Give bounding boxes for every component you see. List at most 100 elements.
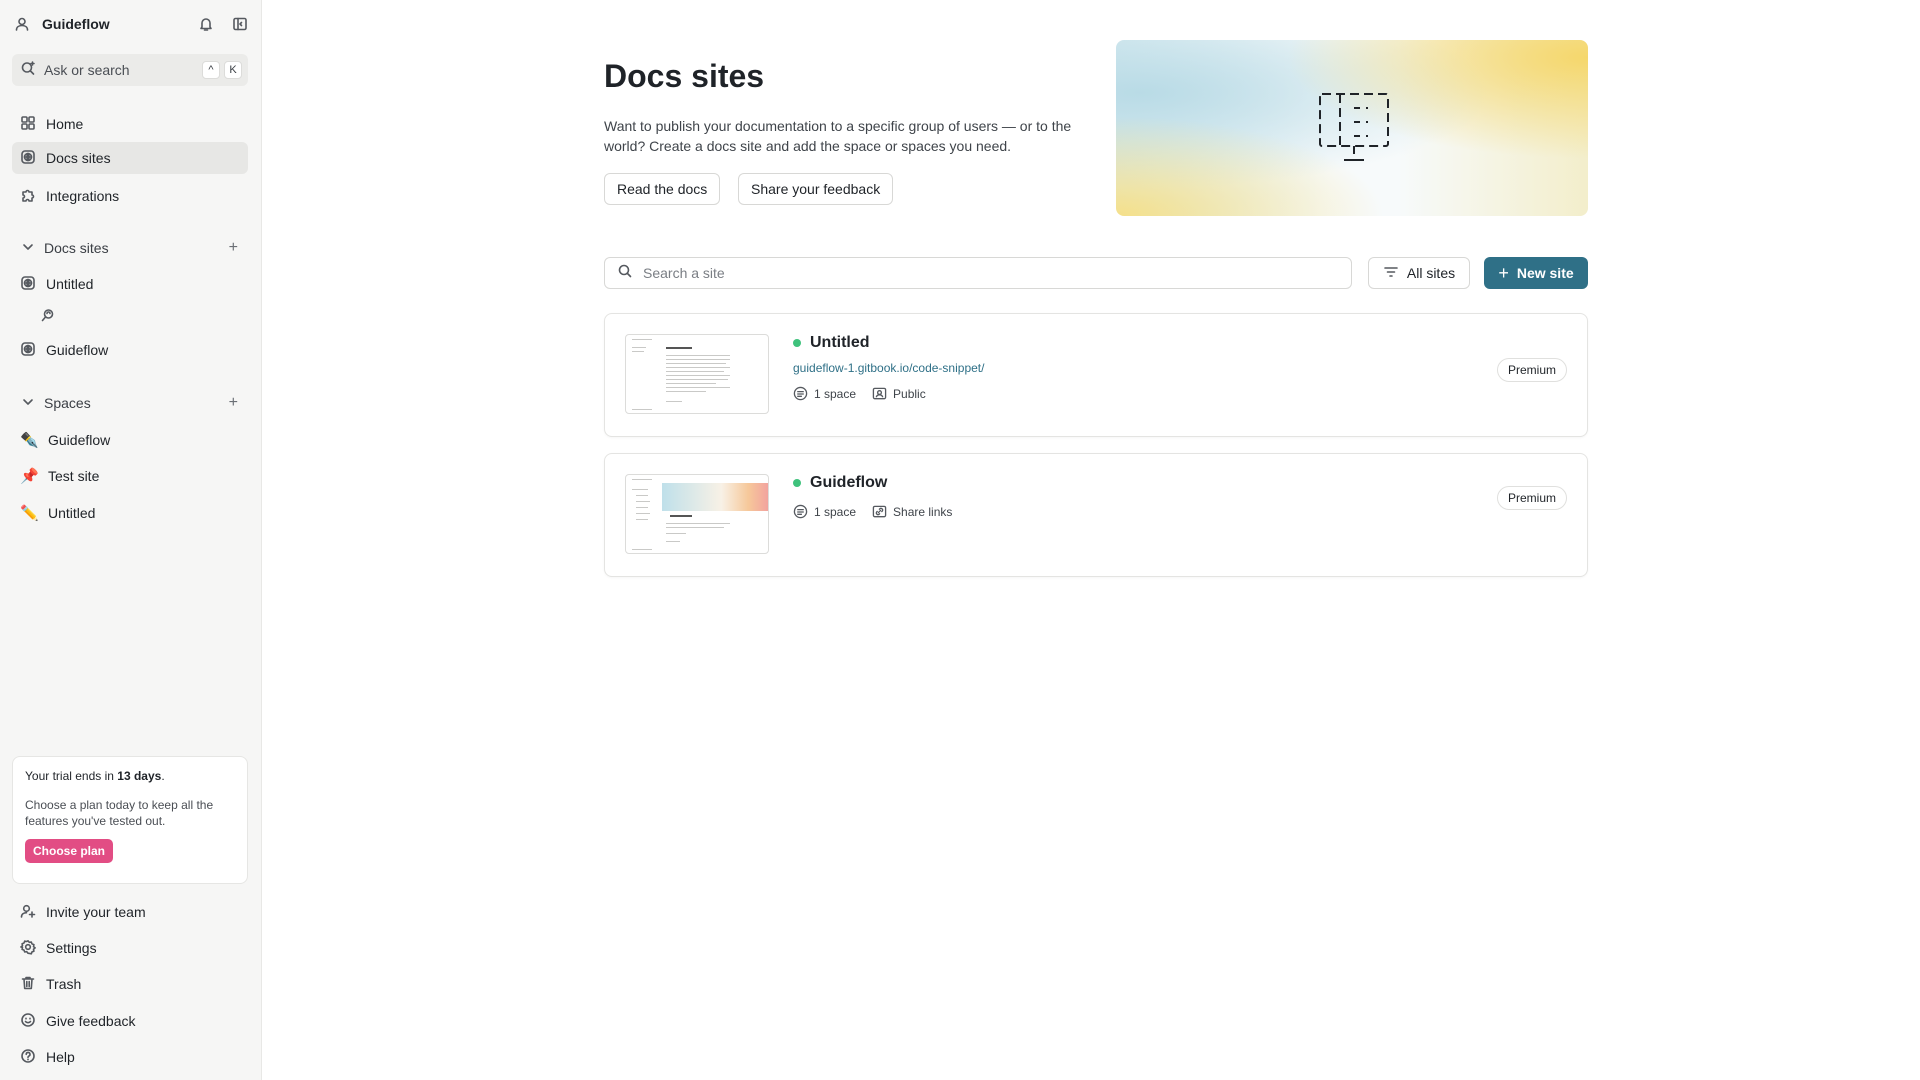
space-item-untitled[interactable]: ✏️ Untitled: [12, 497, 248, 529]
workspace-header[interactable]: Guideflow: [12, 12, 250, 36]
docs-site-item-guideflow[interactable]: Guideflow: [12, 334, 248, 366]
site-title-text: Guideflow: [810, 474, 888, 491]
page-title: Docs sites: [604, 58, 765, 94]
site-title[interactable]: Guideflow: [793, 474, 887, 492]
docs-site-illustration-icon: [1319, 93, 1389, 161]
site-url-link[interactable]: guideflow-1.gitbook.io/code-snippet/: [793, 361, 984, 375]
main-content: Docs sites Want to publish your document…: [262, 0, 1920, 1080]
help-circle-icon: [20, 1048, 36, 1067]
workspace-name: Guideflow: [42, 16, 110, 32]
site-thumbnail: [625, 334, 769, 414]
help-item[interactable]: Help: [12, 1041, 248, 1073]
trial-days: 13 days: [117, 769, 162, 783]
visibility: Public: [872, 386, 926, 401]
site-thumbnail: [625, 474, 769, 554]
plan-badge: Premium: [1496, 486, 1567, 510]
filter-label: All sites: [1406, 265, 1456, 281]
grid-icon: [20, 115, 36, 134]
spaces-section-header[interactable]: Spaces +: [12, 389, 248, 417]
share-feedback-button[interactable]: Share your feedback: [738, 173, 894, 205]
help-label: Help: [46, 1049, 75, 1065]
sparkle-search-icon: [20, 60, 36, 81]
nav-home-label: Home: [46, 116, 84, 132]
docs-site-item-label: Guideflow: [46, 342, 109, 358]
add-space-icon[interactable]: +: [229, 394, 238, 412]
search-placeholder: Ask or search: [44, 62, 130, 78]
globe-icon: [20, 341, 36, 360]
site-card-untitled[interactable]: Untitled guideflow-1.gitbook.io/code-sni…: [604, 313, 1588, 437]
spaces-count: 1 space: [793, 386, 856, 401]
docs-site-item-label: Untitled: [46, 276, 94, 292]
visibility: Share links: [872, 504, 952, 519]
all-sites-filter-button[interactable]: All sites: [1368, 257, 1470, 289]
give-feedback-label: Give feedback: [46, 1013, 136, 1029]
nav-integrations[interactable]: Integrations: [12, 180, 248, 212]
visibility-text: Share links: [893, 504, 953, 519]
filter-icon: [1383, 264, 1399, 283]
nav-docs-sites-label: Docs sites: [46, 150, 111, 166]
globe-icon: [20, 149, 36, 168]
space-item-label: Test site: [48, 468, 100, 484]
pushpin-emoji-icon: 📌: [20, 468, 39, 485]
spaces-count-text: 1 space: [814, 504, 857, 519]
pencil-emoji-icon: ✏️: [20, 505, 39, 522]
docs-site-item-untitled[interactable]: Untitled: [12, 268, 248, 300]
chevron-down-icon: [20, 239, 36, 258]
bell-icon[interactable]: [196, 14, 216, 34]
spaces-count: 1 space: [793, 504, 856, 519]
space-item-guideflow[interactable]: ✒️ Guideflow: [12, 424, 248, 456]
sidebar-toggle-icon[interactable]: [230, 14, 250, 34]
public-icon: [872, 387, 887, 400]
status-dot: [793, 479, 801, 487]
trial-title-prefix: Your trial ends in: [25, 769, 118, 783]
give-feedback-item[interactable]: Give feedback: [12, 1005, 248, 1037]
add-docs-site-icon[interactable]: +: [229, 239, 238, 257]
search-site-placeholder: Search a site: [643, 265, 725, 281]
plus-icon: +: [1498, 263, 1509, 283]
page-description: Want to publish your documentation to a …: [604, 118, 1072, 154]
sidebar: Guideflow Ask or search ^ K Home Docs si…: [0, 0, 262, 1080]
site-title-text: Untitled: [810, 334, 870, 351]
site-card-guideflow[interactable]: Guideflow 1 space Share links Premium: [604, 453, 1588, 577]
trash-label: Trash: [46, 976, 82, 992]
globe-icon: [20, 275, 36, 294]
hero-banner: [1116, 40, 1588, 216]
docs-site-sub-item[interactable]: [12, 300, 248, 332]
nav-docs-sites[interactable]: Docs sites: [12, 142, 248, 174]
invite-team-item[interactable]: Invite your team: [12, 896, 248, 928]
trial-title-suffix: .: [161, 769, 165, 783]
gear-icon: [20, 939, 36, 958]
docs-sites-section-header[interactable]: Docs sites +: [12, 234, 248, 262]
settings-item[interactable]: Settings: [12, 932, 248, 964]
site-title[interactable]: Untitled: [793, 334, 870, 352]
status-dot: [793, 339, 801, 347]
new-site-label: New site: [1516, 265, 1574, 281]
ask-or-search-input[interactable]: Ask or search ^ K: [12, 54, 248, 86]
settings-label: Settings: [46, 940, 97, 956]
trial-card: Your trial ends in 13 days. Choose a pla…: [12, 756, 248, 884]
spaces-section-title: Spaces: [44, 395, 91, 411]
new-site-button[interactable]: + New site: [1484, 257, 1588, 289]
smiley-icon: [20, 1012, 36, 1031]
site-meta: 1 space Public: [793, 386, 926, 401]
docs-sites-section-title: Docs sites: [44, 240, 109, 256]
spaces-icon: [793, 504, 808, 519]
spaces-icon: [793, 386, 808, 401]
chevron-down-icon: [20, 394, 36, 413]
plan-badge: Premium: [1496, 358, 1567, 382]
read-the-docs-button[interactable]: Read the docs: [604, 173, 721, 205]
user-icon: [12, 14, 32, 34]
nav-home[interactable]: Home: [12, 108, 248, 140]
choose-plan-button[interactable]: Choose plan: [25, 839, 114, 863]
shortcut-key-k: K: [224, 61, 242, 79]
trial-text: Choose a plan today to keep all the feat…: [25, 798, 214, 828]
search-site-input[interactable]: Search a site: [604, 257, 1352, 289]
search-icon: [617, 263, 633, 284]
pen-emoji-icon: ✒️: [20, 432, 39, 449]
space-item-test-site[interactable]: 📌 Test site: [12, 460, 248, 492]
share-links-icon: [872, 505, 887, 518]
trash-item[interactable]: Trash: [12, 968, 248, 1000]
site-meta: 1 space Share links: [793, 504, 952, 519]
nav-integrations-label: Integrations: [46, 188, 120, 204]
user-plus-icon: [20, 903, 36, 922]
